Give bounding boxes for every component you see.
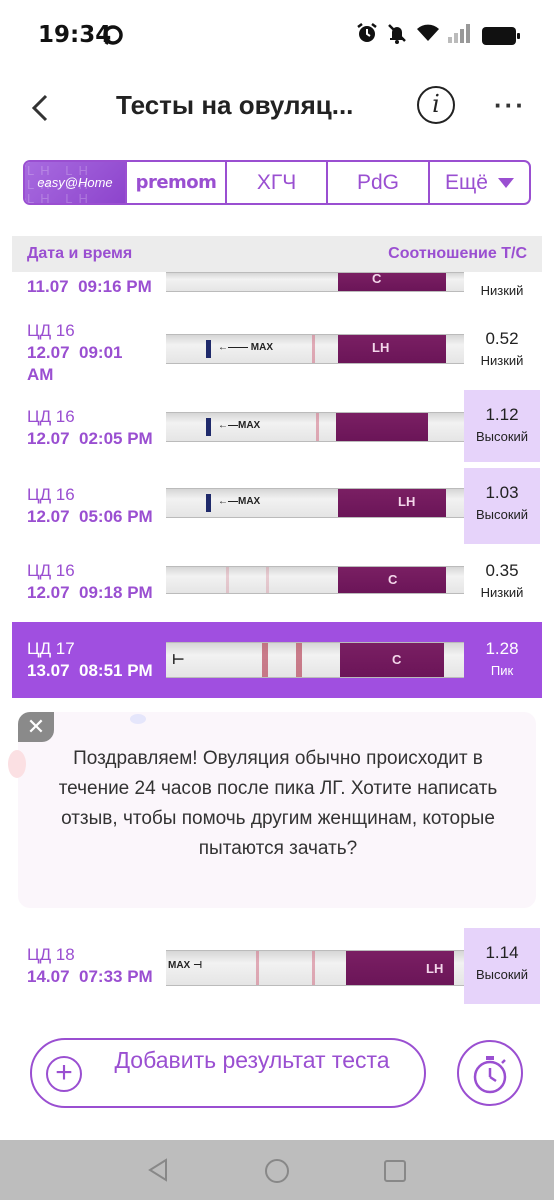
test-strip-image: C (166, 272, 464, 292)
info-button[interactable]: i (417, 86, 455, 124)
ratio-cell: 0.52 Низкий (464, 328, 540, 372)
plus-icon: + (46, 1056, 82, 1092)
tab-label: easy@Home (37, 175, 113, 190)
row-datetime: 12.07 09:18 PM (27, 583, 153, 602)
row-date: ЦД 16 12.07 09:01 AM (27, 321, 123, 384)
row-cycle-day: ЦД 18 (27, 945, 75, 964)
more-options-button[interactable]: ··· (494, 90, 526, 121)
ratio-value: 1.14 (485, 943, 519, 962)
table-row-peak[interactable]: ЦД 17 13.07 08:51 PM ⊢ C 1.28 Пик (12, 622, 542, 698)
row-date: ЦД 16 12.07 05:06 PM (27, 484, 153, 528)
status-icons (356, 22, 520, 49)
signal-icon (448, 23, 474, 48)
ratio-value: 1.12 (485, 405, 519, 424)
timer-button[interactable] (457, 1040, 523, 1106)
test-strip-image: ←—MAX (166, 412, 464, 442)
add-test-result-label: Добавить результат теста (114, 1047, 390, 1073)
test-strip-image: C (166, 566, 464, 594)
ratio-level: Высокий (475, 429, 529, 444)
congratulations-card: ✕ Поздравляем! Овуляция обычно происходи… (8, 712, 536, 908)
system-nav-bar (0, 1140, 554, 1200)
ratio-cell: 1.28 Пик (464, 638, 540, 682)
row-date: ЦД 16 12.07 09:18 PM (27, 560, 153, 604)
row-datetime: 11.07 09:16 PM (27, 277, 152, 296)
row-datetime: 12.07 09:01 (27, 343, 123, 362)
ratio-value: 0.52 (485, 329, 519, 348)
table-row[interactable]: 11.07 09:16 PM C Низкий (12, 272, 542, 306)
table-row[interactable]: ЦД 16 12.07 05:06 PM ←—MAX LH 1.03 Высок… (12, 468, 542, 544)
back-nav-icon[interactable] (146, 1158, 170, 1182)
row-cycle-day: ЦД 16 (27, 321, 75, 340)
ratio-level: Высокий (475, 967, 529, 982)
status-bar: 19:34 (0, 0, 554, 70)
ratio-level: Низкий (480, 353, 524, 368)
tab-easy-home[interactable]: LH LH LH LH LH LH LH LH LH LH LH LH easy… (25, 162, 127, 203)
chevron-left-icon (31, 94, 48, 122)
tab-more-dropdown[interactable]: Ещё (430, 162, 529, 203)
table-row[interactable]: ЦД 16 12.07 09:18 PM C 0.35 Низкий (12, 550, 542, 616)
row-datetime: 12.07 05:06 PM (27, 507, 153, 526)
row-cycle-day: ЦД 16 (27, 485, 75, 504)
decor-dot (130, 714, 146, 724)
brand-tabs: LH LH LH LH LH LH LH LH LH LH LH LH easy… (23, 160, 531, 205)
row-cycle-day: ЦД 17 (27, 639, 75, 658)
row-cycle-day: ЦД 16 (27, 561, 75, 580)
row-datetime: 13.07 08:51 PM (27, 661, 153, 680)
ratio-value: 1.03 (485, 483, 519, 502)
chat-bubble-icon (102, 24, 124, 51)
caret-down-icon (497, 177, 514, 188)
battery-icon (482, 26, 520, 45)
recents-nav-icon[interactable] (383, 1159, 407, 1183)
close-button[interactable]: ✕ (18, 712, 54, 742)
tab-label: ХГЧ (256, 170, 297, 194)
row-date: ЦД 17 13.07 08:51 PM (27, 638, 153, 682)
test-strip-image: ⊢ C (166, 642, 464, 678)
ratio-cell: 1.03 Высокий (464, 468, 540, 544)
tab-label: premom (135, 172, 217, 193)
test-strip-image: ←—MAX LH (166, 488, 464, 518)
tab-label: PdG (356, 170, 400, 194)
back-button[interactable] (26, 88, 56, 128)
table-header: Дата и время Соотношение T/C (12, 236, 542, 272)
ratio-cell: Низкий (464, 280, 540, 302)
add-test-result-button[interactable]: + Добавить результат теста (30, 1038, 426, 1108)
row-date: ЦД 16 12.07 02:05 PM (27, 406, 153, 450)
alarm-icon (356, 22, 378, 49)
table-row[interactable]: ЦД 18 14.07 07:33 PM MAX ⊣ LH 1.14 Высок… (12, 928, 542, 1004)
ratio-value: 1.28 (485, 639, 519, 658)
ratio-value: 0.35 (485, 561, 519, 580)
test-strip-image: MAX ⊣ LH (166, 950, 464, 986)
row-date: ЦД 18 14.07 07:33 PM (27, 944, 153, 988)
column-header-date: Дата и время (27, 245, 133, 262)
row-date: 11.07 09:16 PM (27, 276, 152, 298)
ratio-level: Высокий (475, 507, 529, 522)
table-row[interactable]: ЦД 16 12.07 02:05 PM ←—MAX 1.12 Высокий (12, 390, 542, 462)
ratio-level: Низкий (480, 283, 524, 298)
mute-icon (386, 22, 408, 49)
congratulations-message: Поздравляем! Овуляция обычно происходит … (58, 748, 498, 859)
ratio-cell: 1.12 Высокий (464, 390, 540, 462)
table-row[interactable]: ЦД 16 12.07 09:01 AM ←—— MAX LH 0.52 Низ… (12, 318, 542, 388)
tab-pdg[interactable]: PdG (328, 162, 430, 203)
tab-premom[interactable]: premom (127, 162, 227, 203)
decor-dot (8, 750, 26, 778)
row-datetime: 12.07 02:05 PM (27, 429, 153, 448)
row-cycle-day: ЦД 16 (27, 407, 75, 426)
page-title: Тесты на овуляц... (116, 90, 354, 120)
ratio-cell: 0.35 Низкий (464, 560, 540, 604)
ratio-cell: 1.14 Высокий (464, 928, 540, 1004)
ratio-level: Пик (490, 663, 514, 678)
column-header-ratio: Соотношение T/C (388, 245, 527, 262)
tab-label: Ещё (445, 170, 488, 194)
ratio-level: Низкий (480, 585, 524, 600)
test-strip-image: ←—— MAX LH (166, 334, 464, 364)
wifi-icon (416, 23, 440, 48)
stopwatch-icon (473, 1056, 507, 1094)
home-nav-icon[interactable] (264, 1158, 290, 1184)
row-datetime: 14.07 07:33 PM (27, 967, 153, 986)
tab-hcg[interactable]: ХГЧ (227, 162, 328, 203)
status-time: 19:34 (38, 22, 112, 48)
app-header: Тесты на овуляц... i ··· (0, 80, 554, 136)
